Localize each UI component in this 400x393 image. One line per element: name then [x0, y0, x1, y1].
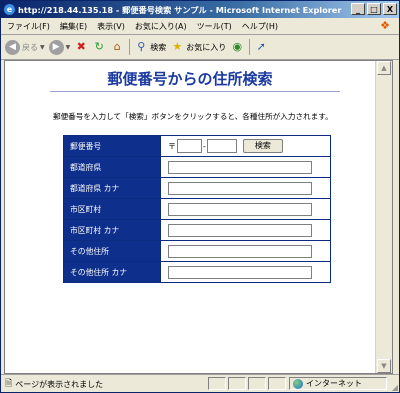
- prefecture-label: 都道府県: [63, 156, 161, 178]
- status-panel: [228, 377, 246, 390]
- menu-view[interactable]: 表示(V): [93, 21, 129, 32]
- media-button[interactable]: ◉: [230, 40, 244, 54]
- search-button[interactable]: 検索: [242, 139, 283, 153]
- status-panel: [248, 377, 266, 390]
- ie-logo-icon: e: [4, 4, 15, 15]
- city-kana-label: 市区町村 カナ: [63, 219, 161, 241]
- city-input[interactable]: [168, 202, 312, 216]
- title-divider: [50, 91, 340, 92]
- title-bar[interactable]: e http://218.44.135.18 - 郵便番号検索 サンプル - M…: [1, 1, 399, 18]
- other-address-label: その他住所: [63, 240, 161, 262]
- chevron-down-icon: ▼: [40, 43, 45, 51]
- instruction-text: 郵便番号を入力して「検索」ボタンをクリックすると、各種住所が入力されます。: [53, 112, 333, 121]
- postal-mark: 〒: [168, 141, 176, 151]
- stop-icon: ✖: [76, 40, 86, 53]
- back-arrow-icon: ◀: [5, 39, 20, 55]
- form-row: その他住所: [63, 240, 331, 262]
- menu-file[interactable]: ファイル(F): [3, 21, 54, 32]
- window-title: http://218.44.135.18 - 郵便番号検索 サンプル - Mic…: [18, 4, 342, 15]
- form-row: 市区町村 カナ: [63, 219, 331, 241]
- zone-label: インターネット: [306, 379, 362, 388]
- refresh-button[interactable]: ↻: [92, 40, 106, 54]
- favorites-button[interactable]: ★ お気に入り: [170, 40, 226, 54]
- cursor-icon: ➚: [256, 40, 266, 53]
- windows-logo-icon: ❖: [380, 19, 390, 32]
- maximize-button[interactable]: □: [367, 3, 381, 15]
- back-button[interactable]: ◀ 戻る ▼: [5, 39, 45, 55]
- chevron-down-icon: ▼: [65, 43, 71, 51]
- security-zone: インターネット: [289, 377, 387, 390]
- search-button-toolbar[interactable]: ⚲ 検索: [134, 40, 166, 54]
- minimize-button[interactable]: _: [351, 3, 365, 15]
- scroll-down-button[interactable]: ▼: [377, 359, 391, 373]
- menu-tools[interactable]: ツール(T): [193, 21, 236, 32]
- status-text: ページが表示されました: [15, 379, 104, 389]
- form-row: 都道府県 カナ: [63, 177, 331, 199]
- status-bar: 🗎 ページが表示されました インターネット ◢: [1, 374, 399, 393]
- prefecture-input[interactable]: [168, 160, 312, 174]
- home-button[interactable]: ⌂: [110, 40, 124, 54]
- address-form-table: 郵便番号 〒 - 検索 都道府県 都道府県 カナ 市区町村 市区町村 カナ その…: [63, 135, 331, 283]
- menu-help[interactable]: ヘルプ(H): [238, 21, 282, 32]
- postal-code-first-input[interactable]: [177, 139, 202, 153]
- form-row: 都道府県: [63, 156, 331, 178]
- prefecture-kana-label: 都道府県 カナ: [63, 177, 161, 199]
- form-row: 市区町村: [63, 198, 331, 220]
- postal-separator: -: [203, 141, 206, 151]
- page-title: 郵便番号からの住所検索: [107, 70, 273, 88]
- city-label: 市区町村: [63, 198, 161, 220]
- toolbar-separator: [249, 39, 251, 55]
- toolbar: ◀ 戻る ▼ ▶ ▼ ✖ ↻ ⌂ ⚲ 検索 ★ お気に入り ◉ ➚: [1, 35, 399, 60]
- form-row: その他住所 カナ: [63, 261, 331, 283]
- stop-button[interactable]: ✖: [74, 40, 88, 54]
- home-icon: ⌂: [113, 40, 121, 53]
- globe-icon: [293, 378, 303, 389]
- page-icon: 🗎: [5, 379, 13, 389]
- search-icon: ⚲: [137, 40, 146, 53]
- other-address-kana-input[interactable]: [168, 265, 312, 279]
- page-content: 郵便番号からの住所検索 郵便番号を入力して「検索」ボタンをクリックすると、各種住…: [4, 60, 393, 374]
- toolbar-separator: [129, 39, 131, 55]
- resize-grip[interactable]: ◢: [392, 383, 398, 392]
- other-address-input[interactable]: [168, 244, 312, 258]
- forward-arrow-icon: ▶: [48, 39, 64, 55]
- status-panel: [208, 377, 226, 390]
- close-button[interactable]: X: [383, 3, 397, 15]
- favorites-star-icon: ★: [172, 40, 183, 53]
- postal-code-label: 郵便番号: [63, 135, 161, 157]
- postal-code-second-input[interactable]: [206, 139, 237, 153]
- form-row-postal: 郵便番号 〒 - 検索: [63, 135, 331, 157]
- browser-window: e http://218.44.135.18 - 郵便番号検索 サンプル - M…: [0, 0, 400, 393]
- refresh-icon: ↻: [94, 40, 104, 53]
- city-kana-input[interactable]: [168, 223, 312, 237]
- media-icon: ◉: [232, 40, 243, 53]
- prefecture-kana-input[interactable]: [168, 181, 312, 195]
- forward-button[interactable]: ▶ ▼: [48, 39, 71, 55]
- vertical-scrollbar[interactable]: ▲ ▼: [375, 61, 392, 373]
- other-address-kana-label: その他住所 カナ: [63, 261, 161, 283]
- scroll-up-button[interactable]: ▲: [377, 61, 391, 75]
- status-panel: [268, 377, 286, 390]
- cursor-button[interactable]: ➚: [254, 40, 268, 54]
- menu-favorites[interactable]: お気に入り(A): [131, 21, 191, 32]
- menu-bar: ファイル(F) 編集(E) 表示(V) お気に入り(A) ツール(T) ヘルプ(…: [1, 18, 399, 35]
- menu-edit[interactable]: 編集(E): [56, 21, 91, 32]
